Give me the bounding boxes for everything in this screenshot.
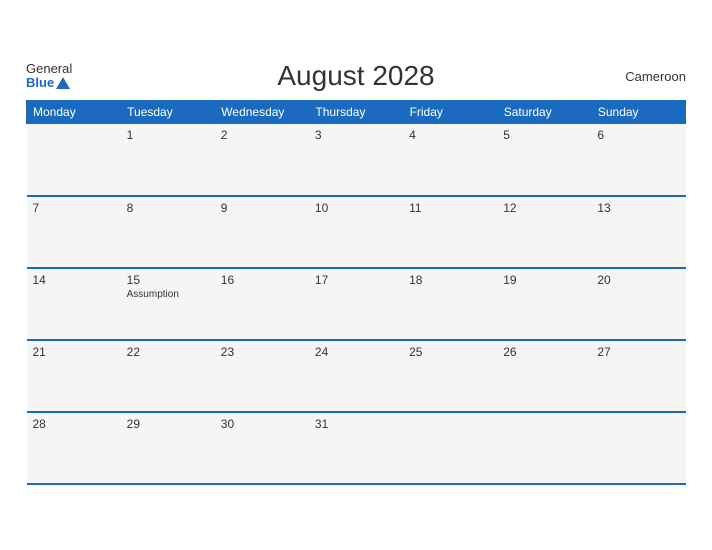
calendar-day-cell: 7	[27, 196, 121, 268]
calendar-day-cell: 11	[403, 196, 497, 268]
day-number: 9	[221, 201, 303, 215]
calendar-day-cell: 8	[121, 196, 215, 268]
day-number: 16	[221, 273, 303, 287]
calendar-day-cell: 19	[497, 268, 591, 340]
calendar-day-cell: 10	[309, 196, 403, 268]
country-label: Cameroon	[625, 69, 686, 84]
calendar-title: August 2028	[277, 60, 434, 92]
day-number: 3	[315, 128, 397, 142]
holiday-label: Assumption	[127, 289, 209, 300]
calendar-day-cell: 21	[27, 340, 121, 412]
calendar-day-cell	[497, 412, 591, 484]
day-number: 13	[597, 201, 679, 215]
day-number: 22	[127, 345, 209, 359]
day-number: 18	[409, 273, 491, 287]
calendar-day-cell	[591, 412, 685, 484]
calendar-day-cell: 28	[27, 412, 121, 484]
calendar-day-cell: 3	[309, 124, 403, 196]
calendar-day-cell: 9	[215, 196, 309, 268]
calendar-day-cell: 29	[121, 412, 215, 484]
calendar-day-cell: 13	[591, 196, 685, 268]
calendar-week-row: 21 22 23 24 25 26 27	[27, 340, 686, 412]
calendar-day-cell	[27, 124, 121, 196]
logo-triangle-icon	[56, 77, 70, 89]
weekday-header-row: Monday Tuesday Wednesday Thursday Friday…	[27, 101, 686, 124]
day-number: 28	[33, 417, 115, 431]
calendar-day-cell: 17	[309, 268, 403, 340]
day-number: 23	[221, 345, 303, 359]
calendar-day-cell: 20	[591, 268, 685, 340]
day-number: 24	[315, 345, 397, 359]
day-number: 2	[221, 128, 303, 142]
calendar-day-cell: 22	[121, 340, 215, 412]
calendar-container: General Blue August 2028 Cameroon Monday…	[11, 50, 701, 500]
day-number: 19	[503, 273, 585, 287]
day-number: 8	[127, 201, 209, 215]
calendar-day-cell: 16	[215, 268, 309, 340]
header-sunday: Sunday	[591, 101, 685, 124]
day-number: 4	[409, 128, 491, 142]
calendar-day-cell: 5	[497, 124, 591, 196]
calendar-day-cell: 6	[591, 124, 685, 196]
day-number: 27	[597, 345, 679, 359]
calendar-week-row: 28 29 30 31	[27, 412, 686, 484]
day-number: 31	[315, 417, 397, 431]
day-number: 12	[503, 201, 585, 215]
calendar-day-cell: 27	[591, 340, 685, 412]
header-friday: Friday	[403, 101, 497, 124]
header-thursday: Thursday	[309, 101, 403, 124]
calendar-grid: Monday Tuesday Wednesday Thursday Friday…	[26, 100, 686, 485]
calendar-day-cell: 26	[497, 340, 591, 412]
logo: General Blue	[26, 62, 72, 91]
header-wednesday: Wednesday	[215, 101, 309, 124]
calendar-day-cell: 15 Assumption	[121, 268, 215, 340]
day-number: 11	[409, 201, 491, 215]
calendar-day-cell: 1	[121, 124, 215, 196]
day-number: 30	[221, 417, 303, 431]
calendar-day-cell: 24	[309, 340, 403, 412]
logo-blue-text: Blue	[26, 76, 70, 90]
day-number: 14	[33, 273, 115, 287]
calendar-week-row: 789 10 11 12 13	[27, 196, 686, 268]
calendar-day-cell: 2	[215, 124, 309, 196]
header-saturday: Saturday	[497, 101, 591, 124]
day-number: 10	[315, 201, 397, 215]
day-number: 20	[597, 273, 679, 287]
day-number: 29	[127, 417, 209, 431]
day-number: 15	[127, 273, 209, 287]
calendar-week-row: 14 15 Assumption 16 17 18 19 20	[27, 268, 686, 340]
calendar-day-cell: 30	[215, 412, 309, 484]
header-tuesday: Tuesday	[121, 101, 215, 124]
day-number: 5	[503, 128, 585, 142]
day-number: 17	[315, 273, 397, 287]
day-number: 7	[33, 201, 115, 215]
day-number: 21	[33, 345, 115, 359]
calendar-day-cell: 14	[27, 268, 121, 340]
calendar-header: General Blue August 2028 Cameroon	[26, 60, 686, 92]
calendar-day-cell: 25	[403, 340, 497, 412]
day-number: 6	[597, 128, 679, 142]
calendar-week-row: 123456	[27, 124, 686, 196]
header-monday: Monday	[27, 101, 121, 124]
day-number: 25	[409, 345, 491, 359]
calendar-day-cell: 12	[497, 196, 591, 268]
day-number: 1	[127, 128, 209, 142]
day-number: 26	[503, 345, 585, 359]
calendar-day-cell	[403, 412, 497, 484]
calendar-day-cell: 18	[403, 268, 497, 340]
calendar-day-cell: 31	[309, 412, 403, 484]
logo-general-text: General	[26, 62, 72, 76]
calendar-day-cell: 23	[215, 340, 309, 412]
calendar-day-cell: 4	[403, 124, 497, 196]
